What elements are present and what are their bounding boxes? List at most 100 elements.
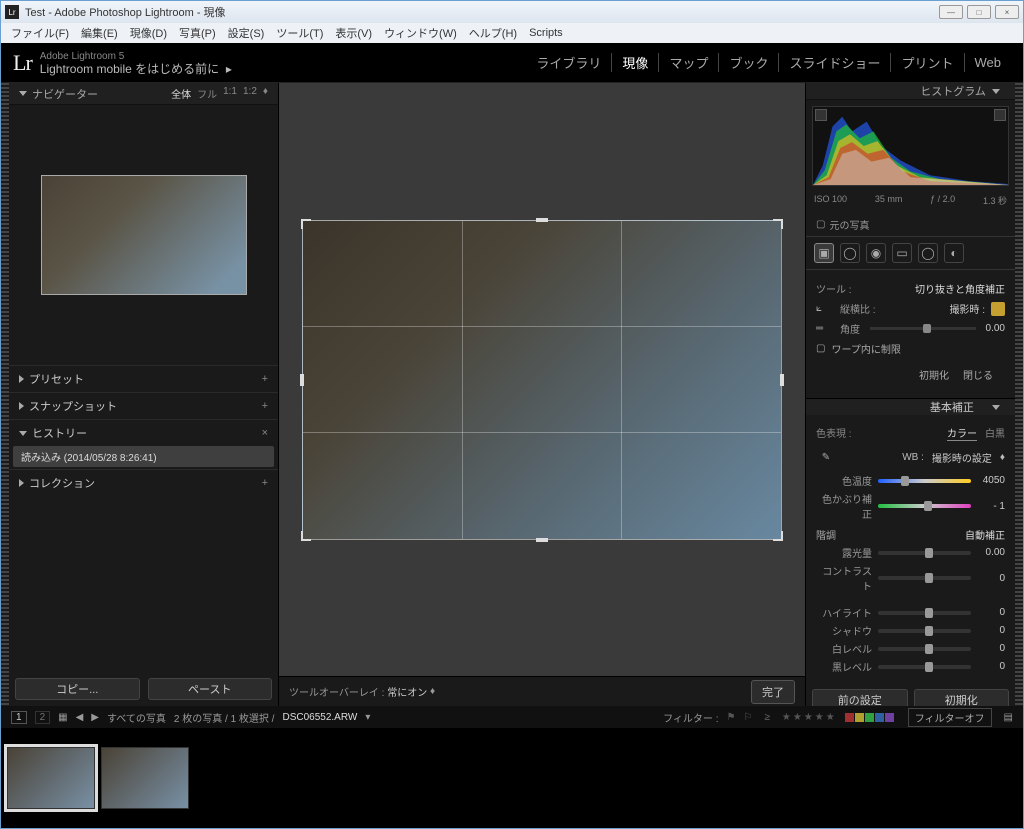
whites-slider[interactable]	[878, 647, 971, 651]
redeye-tool-icon[interactable]: ◉	[866, 243, 886, 263]
menu-file[interactable]: ファイル(F)	[7, 25, 73, 41]
close-button[interactable]: ×	[995, 5, 1019, 19]
contrast-value[interactable]: 0	[977, 573, 1005, 584]
filmstrip-thumb[interactable]	[7, 747, 95, 809]
module-slideshow[interactable]: スライドショー	[779, 53, 891, 72]
minimize-button[interactable]: —	[939, 5, 963, 19]
history-item[interactable]: 読み込み (2014/05/28 8:26:41)	[13, 446, 274, 467]
nav-next-icon[interactable]: ▶	[91, 712, 99, 723]
add-preset-icon[interactable]: +	[262, 373, 268, 385]
main-window-button[interactable]: 1	[11, 711, 27, 724]
menu-scripts[interactable]: Scripts	[525, 27, 567, 39]
spot-tool-icon[interactable]: ◯	[840, 243, 860, 263]
dropdown-icon[interactable]: ♦	[430, 686, 435, 697]
add-snapshot-icon[interactable]: +	[262, 400, 268, 412]
menu-help[interactable]: ヘルプ(H)	[465, 25, 521, 41]
menu-view[interactable]: 表示(V)	[331, 25, 376, 41]
crop-handle-top[interactable]	[536, 218, 548, 222]
clear-history-icon[interactable]: ×	[262, 427, 268, 439]
wb-value[interactable]: 撮影時の設定	[932, 450, 992, 465]
presets-header[interactable]: プリセット+	[9, 366, 278, 392]
whites-value[interactable]: 0	[977, 643, 1005, 654]
blacks-slider[interactable]	[878, 665, 971, 669]
radial-tool-icon[interactable]: ◯	[918, 243, 938, 263]
copy-button[interactable]: コピー...	[15, 678, 140, 700]
treatment-bw[interactable]: 白黒	[985, 425, 1005, 441]
module-print[interactable]: プリント	[891, 53, 964, 72]
add-collection-icon[interactable]: +	[262, 477, 268, 489]
treatment-color[interactable]: カラー	[947, 425, 977, 441]
flag-reject-icon[interactable]: ⚐	[743, 712, 752, 723]
aspect-tool-icon[interactable]: ⟀	[816, 303, 834, 314]
auto-tone-button[interactable]: 自動補正	[965, 527, 1005, 542]
navigator-header[interactable]: ナビゲーター 全体 フル 1:1 1:2 ♦	[9, 83, 278, 105]
crop-close-button[interactable]: 閉じる	[959, 365, 997, 384]
second-window-button[interactable]: 2	[35, 711, 51, 724]
mobile-text[interactable]: Lightroom mobile をはじめる前に	[40, 62, 219, 76]
navigator-preview[interactable]	[19, 115, 268, 355]
shadows-value[interactable]: 0	[977, 625, 1005, 636]
flag-pick-icon[interactable]: ⚑	[726, 712, 735, 723]
crop-handle-bottom[interactable]	[536, 538, 548, 542]
angle-value[interactable]: 0.00	[986, 323, 1005, 334]
histogram[interactable]	[812, 106, 1009, 186]
original-photo-checkbox[interactable]: ▢元の写真	[806, 213, 1015, 237]
contrast-slider[interactable]	[878, 576, 971, 580]
crop-reset-button[interactable]: 初期化	[915, 365, 953, 384]
menu-develop[interactable]: 現像(D)	[126, 25, 171, 41]
temp-value[interactable]: 4050	[977, 475, 1005, 486]
aspect-value[interactable]: 撮影時 :	[949, 301, 985, 316]
shadow-clip-icon[interactable]	[815, 109, 827, 121]
blacks-value[interactable]: 0	[977, 661, 1005, 672]
zoom-menu-icon[interactable]: ♦	[263, 86, 268, 101]
menu-edit[interactable]: 編集(E)	[77, 25, 122, 41]
aspect-lock-icon[interactable]	[991, 302, 1005, 316]
module-develop[interactable]: 現像	[612, 53, 659, 72]
crop-corner-tl[interactable]	[301, 219, 311, 229]
menu-settings[interactable]: 設定(S)	[224, 25, 269, 41]
grid-view-icon[interactable]: ▦	[58, 712, 67, 723]
color-label-filter[interactable]	[845, 713, 894, 722]
brush-tool-icon[interactable]: ◐	[944, 243, 964, 263]
nav-prev-icon[interactable]: ◀	[76, 712, 84, 723]
menu-photo[interactable]: 写真(P)	[175, 25, 220, 41]
exposure-slider[interactable]	[878, 551, 971, 555]
wb-dropper-icon[interactable]: ✎	[816, 447, 836, 467]
crop-handle-left[interactable]	[300, 374, 304, 386]
angle-slider[interactable]	[870, 327, 976, 330]
exposure-value[interactable]: 0.00	[977, 547, 1005, 558]
crop-tool-icon[interactable]: ▣	[814, 243, 834, 263]
menu-window[interactable]: ウィンドウ(W)	[380, 25, 461, 41]
maximize-button[interactable]: □	[967, 5, 991, 19]
module-web[interactable]: Web	[965, 55, 1012, 70]
temp-slider[interactable]	[878, 479, 971, 483]
dropdown-icon[interactable]: ♦	[1000, 452, 1005, 463]
dropdown-icon[interactable]: ▾	[365, 712, 370, 723]
filter-lock-icon[interactable]: ▤	[1004, 712, 1013, 723]
gradient-tool-icon[interactable]: ▭	[892, 243, 912, 263]
done-button[interactable]: 完了	[751, 680, 795, 704]
snapshots-header[interactable]: スナップショット+	[9, 393, 278, 419]
rating-filter[interactable]: ★★★★★	[782, 712, 837, 723]
tint-value[interactable]: - 1	[977, 501, 1005, 512]
highlights-slider[interactable]	[878, 611, 971, 615]
filter-off-button[interactable]: フィルターオフ	[908, 708, 992, 727]
zoom-1-1[interactable]: 1:1	[223, 86, 237, 101]
source-label[interactable]: すべての写真	[107, 710, 166, 725]
histogram-header[interactable]: ヒストグラム	[806, 83, 1015, 100]
menu-tools[interactable]: ツール(T)	[272, 25, 327, 41]
zoom-1-2[interactable]: 1:2	[243, 86, 257, 101]
collections-header[interactable]: コレクション+	[9, 470, 278, 496]
shadows-slider[interactable]	[878, 629, 971, 633]
zoom-fit[interactable]: 全体	[171, 86, 191, 101]
right-panel-grip[interactable]	[1015, 83, 1023, 706]
basic-header[interactable]: 基本補正	[806, 398, 1015, 415]
tint-slider[interactable]	[878, 504, 971, 508]
left-panel-grip[interactable]	[1, 83, 9, 706]
module-map[interactable]: マップ	[659, 53, 719, 72]
filmstrip-thumb[interactable]	[101, 747, 189, 809]
crop-overlay[interactable]	[302, 220, 782, 540]
paste-button[interactable]: ペースト	[148, 678, 273, 700]
straighten-tool-icon[interactable]: ═	[816, 323, 834, 334]
overlay-value[interactable]: 常にオン	[387, 684, 427, 699]
